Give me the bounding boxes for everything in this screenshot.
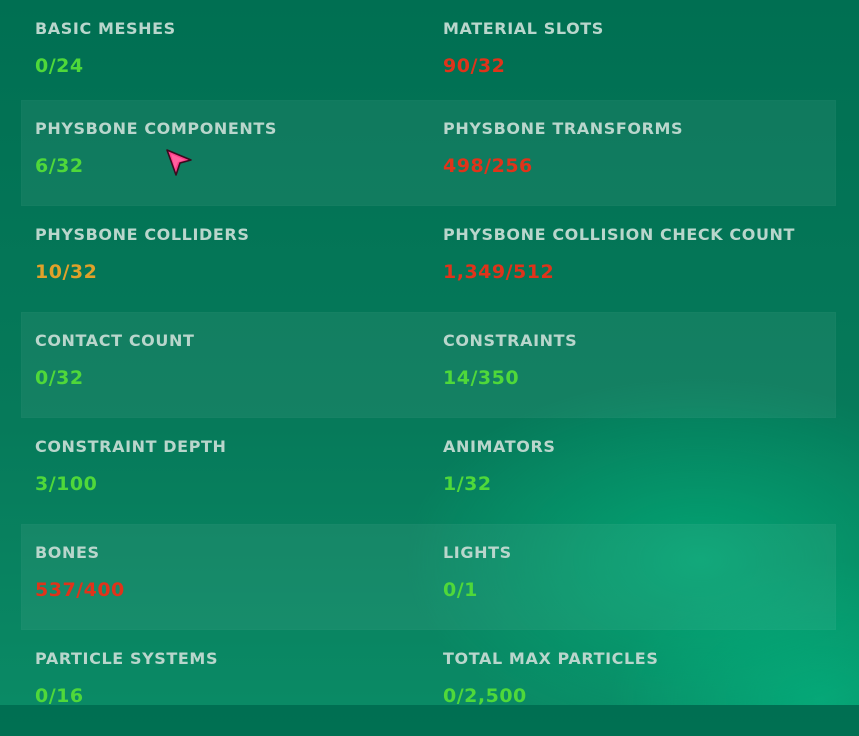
stat-label: LIGHTS [443, 543, 512, 562]
stat-row-physbone-components: PHYSBONE COMPONENTS 6/32 PHYSBONE TRANSF… [21, 100, 836, 206]
stat-label: CONTACT COUNT [35, 331, 195, 350]
stat-value: 10/32 [35, 261, 98, 283]
stat-value: 0/1 [443, 579, 478, 601]
stat-value: 0/16 [35, 685, 84, 707]
stat-value: 1/32 [443, 473, 492, 495]
stat-row-constraint-depth: CONSTRAINT DEPTH 3/100 ANIMATORS 1/32 [21, 418, 836, 524]
stat-value: 498/256 [443, 155, 533, 177]
stat-value: 0/24 [35, 55, 84, 77]
stat-value: 14/350 [443, 367, 520, 389]
stat-material-slots: MATERIAL SLOTS 90/32 [443, 0, 823, 100]
stat-contact-count: CONTACT COUNT 0/32 [35, 312, 415, 418]
stat-label: BONES [35, 543, 100, 562]
stat-label: PHYSBONE COLLISION CHECK COUNT [443, 225, 796, 244]
stat-total-max-particles: TOTAL MAX PARTICLES 0/2,500 [443, 630, 823, 736]
stat-value: 6/32 [35, 155, 84, 177]
stat-label: TOTAL MAX PARTICLES [443, 649, 659, 668]
stat-value: 0/32 [35, 367, 84, 389]
stat-row-bones: BONES 537/400 LIGHTS 0/1 [21, 524, 836, 630]
stat-animators: ANIMATORS 1/32 [443, 418, 823, 524]
stat-row-contact-count: CONTACT COUNT 0/32 CONSTRAINTS 14/350 [21, 312, 836, 418]
stat-physbone-colliders: PHYSBONE COLLIDERS 10/32 [35, 206, 415, 312]
stat-label: ANIMATORS [443, 437, 556, 456]
stat-value: 90/32 [443, 55, 506, 77]
stat-lights: LIGHTS 0/1 [443, 524, 823, 630]
stat-label: PHYSBONE TRANSFORMS [443, 119, 684, 138]
stat-label: MATERIAL SLOTS [443, 19, 604, 38]
stat-label: PARTICLE SYSTEMS [35, 649, 219, 668]
stat-particle-systems: PARTICLE SYSTEMS 0/16 [35, 630, 415, 736]
performance-stats-list: BASIC MESHES 0/24 MATERIAL SLOTS 90/32 P… [21, 0, 836, 736]
stat-constraint-depth: CONSTRAINT DEPTH 3/100 [35, 418, 415, 524]
stat-label: CONSTRAINTS [443, 331, 578, 350]
stat-value: 0/2,500 [443, 685, 527, 707]
stat-bones: BONES 537/400 [35, 524, 415, 630]
stat-value: 1,349/512 [443, 261, 555, 283]
stat-physbone-transforms: PHYSBONE TRANSFORMS 498/256 [443, 100, 823, 206]
pointer-cursor-icon [166, 149, 192, 176]
stat-constraints: CONSTRAINTS 14/350 [443, 312, 823, 418]
stat-physbone-collision-check-count: PHYSBONE COLLISION CHECK COUNT 1,349/512 [443, 206, 823, 312]
stat-row-basic-meshes: BASIC MESHES 0/24 MATERIAL SLOTS 90/32 [21, 0, 836, 100]
stat-physbone-components: PHYSBONE COMPONENTS 6/32 [35, 100, 415, 206]
stat-value: 537/400 [35, 579, 125, 601]
stat-row-particle-systems: PARTICLE SYSTEMS 0/16 TOTAL MAX PARTICLE… [21, 630, 836, 736]
stat-label: PHYSBONE COLLIDERS [35, 225, 250, 244]
stat-label: PHYSBONE COMPONENTS [35, 119, 278, 138]
stat-label: BASIC MESHES [35, 19, 176, 38]
stat-label: CONSTRAINT DEPTH [35, 437, 227, 456]
stat-value: 3/100 [35, 473, 98, 495]
stat-basic-meshes: BASIC MESHES 0/24 [35, 0, 415, 100]
stat-row-physbone-colliders: PHYSBONE COLLIDERS 10/32 PHYSBONE COLLIS… [21, 206, 836, 312]
